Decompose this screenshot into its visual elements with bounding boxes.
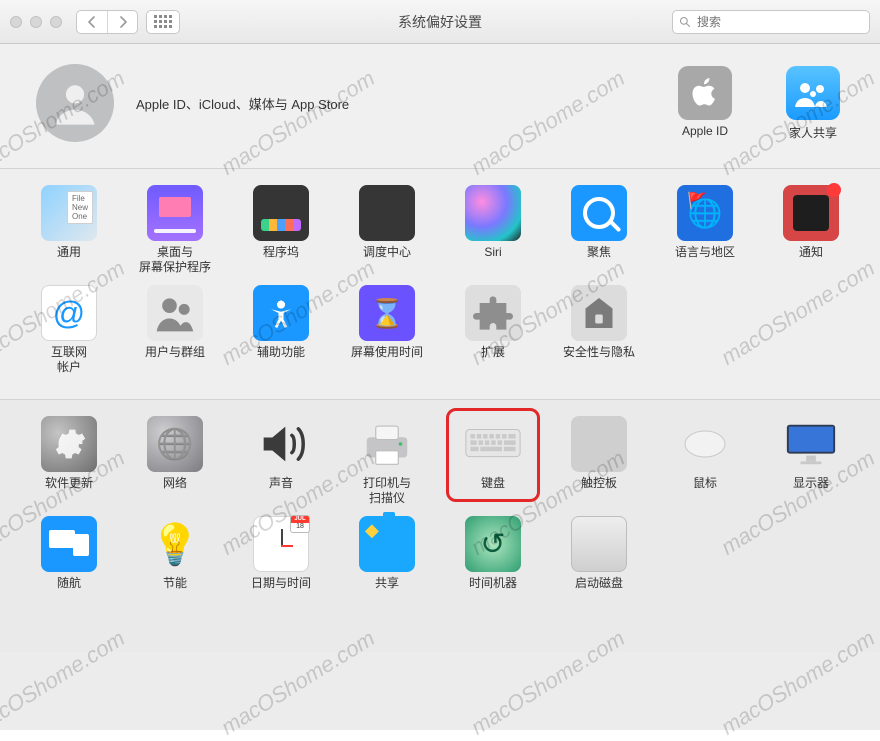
desktop-icon — [147, 185, 203, 241]
time-machine-icon — [465, 516, 521, 572]
pref-keyboard[interactable]: 键盘 — [440, 412, 546, 512]
grid-icon — [154, 15, 172, 28]
pref-siri[interactable]: Siri — [440, 181, 546, 281]
lightbulb-icon — [147, 516, 203, 572]
general-icon — [41, 185, 97, 241]
disk-icon — [571, 516, 627, 572]
pref-printers[interactable]: 打印机与 扫描仪 — [334, 412, 440, 512]
siri-icon — [465, 185, 521, 241]
chevron-left-icon — [87, 16, 97, 28]
pref-sound[interactable]: 声音 — [228, 412, 334, 512]
section-personal: 通用 桌面与 屏幕保护程序 程序坞 调度中心 Siri 聚焦 语言与地区 通知 … — [0, 169, 880, 400]
apple-logo-icon — [678, 66, 732, 120]
speaker-icon — [253, 416, 309, 472]
section-hardware: 软件更新 网络 声音 打印机与 扫描仪 键盘 触控板 鼠标 显示器 随航 节能 … — [0, 400, 880, 652]
family-icon — [786, 66, 840, 120]
keyboard-icon — [465, 416, 521, 472]
pref-mission-control[interactable]: 调度中心 — [334, 181, 440, 281]
mission-control-icon — [359, 185, 415, 241]
account-row: Apple ID、iCloud、媒体与 App Store Apple ID 家… — [0, 44, 880, 169]
pref-mouse[interactable]: 鼠标 — [652, 412, 758, 512]
dock-icon — [253, 185, 309, 241]
nav-segment — [76, 10, 138, 34]
users-icon — [147, 285, 203, 341]
pref-sharing[interactable]: 共享 — [334, 512, 440, 612]
pref-general[interactable]: 通用 — [16, 181, 122, 281]
person-icon — [49, 77, 101, 129]
avatar[interactable] — [36, 64, 114, 142]
display-icon — [783, 416, 839, 472]
pref-trackpad[interactable]: 触控板 — [546, 412, 652, 512]
at-icon — [41, 285, 97, 341]
pref-extensions[interactable]: 扩展 — [440, 281, 546, 381]
pref-internet-accounts[interactable]: 互联网 帐户 — [16, 281, 122, 381]
trackpad-icon — [571, 416, 627, 472]
apple-id-item[interactable]: Apple ID — [668, 66, 742, 141]
puzzle-icon — [465, 285, 521, 341]
system-preferences-window: 系统偏好设置 Apple ID、iCloud、媒体与 App Store App… — [0, 0, 880, 730]
account-caption: Apple ID、iCloud、媒体与 App Store — [136, 94, 349, 113]
family-sharing-item[interactable]: 家人共享 — [776, 66, 850, 141]
pref-spotlight[interactable]: 聚焦 — [546, 181, 652, 281]
pref-software-update[interactable]: 软件更新 — [16, 412, 122, 512]
pref-screen-time[interactable]: 屏幕使用时间 — [334, 281, 440, 381]
pref-accessibility[interactable]: 辅助功能 — [228, 281, 334, 381]
account-right: Apple ID 家人共享 — [668, 66, 850, 141]
pref-energy[interactable]: 节能 — [122, 512, 228, 612]
accessibility-icon — [253, 285, 309, 341]
window-controls — [10, 16, 62, 28]
titlebar: 系统偏好设置 — [0, 0, 880, 44]
pref-sidecar[interactable]: 随航 — [16, 512, 122, 612]
search-field[interactable] — [672, 10, 870, 34]
pref-network[interactable]: 网络 — [122, 412, 228, 512]
back-button[interactable] — [77, 11, 107, 33]
house-lock-icon — [571, 285, 627, 341]
pref-dock[interactable]: 程序坞 — [228, 181, 334, 281]
mouse-icon — [677, 416, 733, 472]
pref-desktop[interactable]: 桌面与 屏幕保护程序 — [122, 181, 228, 281]
chevron-right-icon — [118, 16, 128, 28]
show-all-button[interactable] — [146, 10, 180, 34]
pref-notifications[interactable]: 通知 — [758, 181, 864, 281]
pref-displays[interactable]: 显示器 — [758, 412, 864, 512]
minimize-dot[interactable] — [30, 16, 42, 28]
forward-button[interactable] — [107, 11, 137, 33]
clock-icon: JUL18 — [253, 516, 309, 572]
notifications-icon — [783, 185, 839, 241]
zoom-dot[interactable] — [50, 16, 62, 28]
printer-icon — [359, 416, 415, 472]
folder-share-icon — [359, 516, 415, 572]
pref-time-machine[interactable]: 时间机器 — [440, 512, 546, 612]
family-sharing-label: 家人共享 — [776, 124, 850, 141]
pref-startup-disk[interactable]: 启动磁盘 — [546, 512, 652, 612]
pref-users-groups[interactable]: 用户与群组 — [122, 281, 228, 381]
language-icon — [677, 185, 733, 241]
close-dot[interactable] — [10, 16, 22, 28]
pref-language-region[interactable]: 语言与地区 — [652, 181, 758, 281]
pref-date-time[interactable]: JUL18日期与时间 — [228, 512, 334, 612]
search-input[interactable] — [697, 15, 863, 29]
spotlight-icon — [571, 185, 627, 241]
search-icon — [679, 16, 691, 28]
gear-icon — [41, 416, 97, 472]
sidecar-icon — [41, 516, 97, 572]
apple-id-label: Apple ID — [668, 124, 742, 138]
globe-icon — [147, 416, 203, 472]
pref-security[interactable]: 安全性与隐私 — [546, 281, 652, 381]
hourglass-icon — [359, 285, 415, 341]
